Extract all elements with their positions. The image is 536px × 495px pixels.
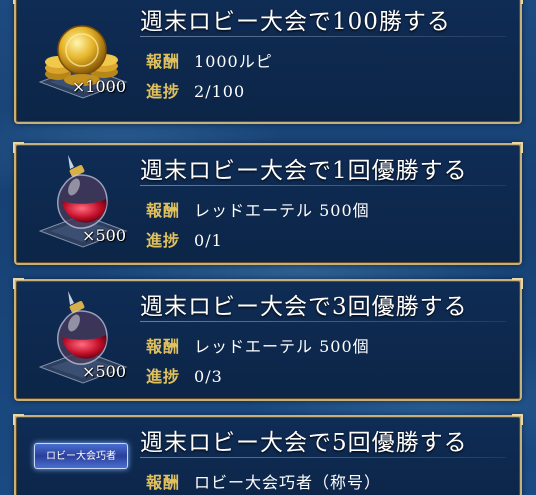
reward-value: レッドエーテル 500個: [194, 201, 370, 220]
reward-value: レッドエーテル 500個: [194, 337, 370, 356]
reward-label: 報酬: [146, 201, 181, 220]
reward-quantity: ×500: [82, 226, 126, 245]
badge-text: ロビー大会巧者: [46, 451, 116, 462]
mission-title: 週末ロビー大会で3回優勝する: [140, 294, 468, 320]
reward-value: ロビー大会巧者（称号）: [194, 473, 382, 492]
progress-row: 進捗 0/3: [146, 363, 223, 387]
reward-quantity: ×500: [82, 362, 126, 381]
mission-list: ×1000 週末ロビー大会で100勝する 報酬 1000ルピ 進捗 2/100: [0, 0, 536, 495]
mission-card[interactable]: ×1000 週末ロビー大会で100勝する 報酬 1000ルピ 進捗 2/100: [13, 0, 523, 124]
reward-icon: ×1000: [28, 2, 132, 99]
title-badge-icon: ロビー大会巧者: [34, 443, 128, 469]
reward-label: 報酬: [146, 337, 181, 356]
red-ether-icon: [57, 155, 108, 229]
reward-value: 1000ルピ: [194, 52, 273, 71]
divider: [140, 321, 506, 322]
reward-icon: ×500: [28, 287, 132, 384]
divider: [140, 36, 506, 37]
progress-value: 2/100: [194, 82, 246, 101]
reward-row: 報酬 レッドエーテル 500個: [146, 333, 370, 357]
progress-label: 進捗: [146, 367, 181, 386]
reward-label: 報酬: [146, 473, 181, 492]
reward-icon: ×500: [28, 151, 132, 248]
progress-row: 進捗 2/100: [146, 78, 245, 102]
mission-card[interactable]: ロビー大会巧者 週末ロビー大会で5回優勝する 報酬 ロビー大会巧者（称号）: [13, 414, 523, 495]
progress-label: 進捗: [146, 231, 181, 250]
mission-title: 週末ロビー大会で1回優勝する: [140, 158, 468, 184]
mission-title: 週末ロビー大会で100勝する: [140, 9, 451, 35]
divider: [140, 457, 506, 458]
progress-row: 進捗 0/1: [146, 227, 223, 251]
mission-title: 週末ロビー大会で5回優勝する: [140, 430, 468, 456]
reward-quantity: ×1000: [71, 77, 126, 96]
red-ether-icon: [57, 291, 108, 365]
reward-label: 報酬: [146, 52, 181, 71]
divider: [140, 185, 506, 186]
mission-card[interactable]: ×500 週末ロビー大会で1回優勝する 報酬 レッドエーテル 500個 進捗 0/1: [13, 142, 523, 265]
progress-value: 0/3: [194, 367, 223, 386]
progress-label: 進捗: [146, 82, 181, 101]
reward-icon: ロビー大会巧者: [28, 423, 132, 495]
reward-row: 報酬 レッドエーテル 500個: [146, 197, 370, 221]
mission-card[interactable]: ×500 週末ロビー大会で3回優勝する 報酬 レッドエーテル 500個 進捗 0/3: [13, 278, 523, 401]
progress-value: 0/1: [194, 231, 223, 250]
reward-row: 報酬 1000ルピ: [146, 48, 273, 72]
reward-row: 報酬 ロビー大会巧者（称号）: [146, 469, 381, 493]
